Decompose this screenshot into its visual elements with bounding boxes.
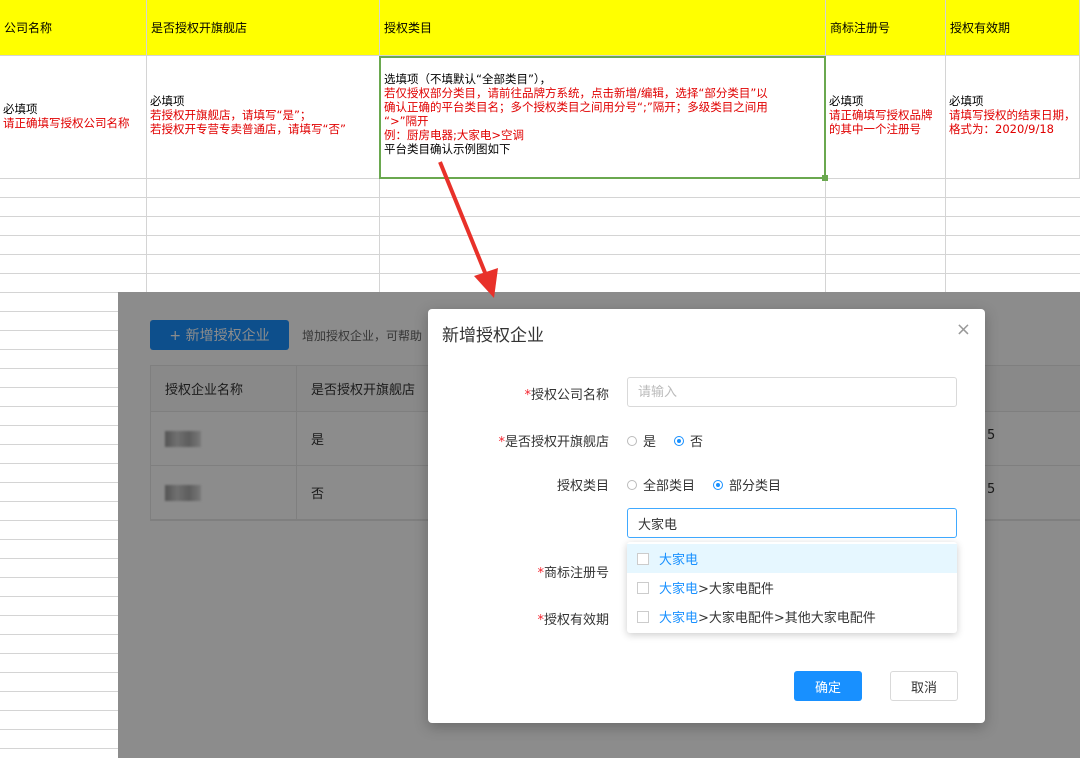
dropdown-option[interactable]: 大家电 >大家电配件>其他大家电配件 bbox=[627, 602, 957, 631]
category-radio-group: 全部类目 部分类目 bbox=[627, 475, 799, 494]
radio-selected-icon bbox=[674, 435, 685, 446]
company-name-input[interactable] bbox=[627, 377, 957, 407]
checkbox-icon bbox=[637, 610, 649, 623]
add-company-modal: 新增授权企业 × *授权公司名称 *是否授权开旗舰店 是 否 授权类目 全部类目… bbox=[428, 309, 985, 723]
flagship-radio-group: 是 否 bbox=[627, 431, 721, 450]
dropdown-option[interactable]: 大家电 >大家电配件 bbox=[627, 573, 957, 602]
checkbox-icon bbox=[637, 552, 649, 565]
flagship-no-radio[interactable]: 否 bbox=[674, 431, 703, 450]
checkbox-icon bbox=[637, 581, 649, 594]
category-part-radio[interactable]: 部分类目 bbox=[713, 475, 781, 494]
validity-label: *授权有效期 bbox=[537, 613, 609, 628]
dropdown-option[interactable]: 大家电 bbox=[627, 544, 957, 573]
flagship-yes-radio[interactable]: 是 bbox=[627, 431, 656, 450]
category-search-input[interactable] bbox=[627, 508, 957, 538]
flagship-label: *是否授权开旗舰店 bbox=[498, 435, 609, 450]
close-icon[interactable]: × bbox=[956, 319, 971, 340]
category-dropdown: 大家电 大家电 >大家电配件 大家电 >大家电配件>其他大家电配件 bbox=[627, 542, 957, 633]
confirm-button[interactable]: 确定 bbox=[794, 671, 862, 701]
modal-title: 新增授权企业 bbox=[442, 326, 544, 346]
radio-icon bbox=[627, 479, 637, 490]
cancel-button[interactable]: 取消 bbox=[890, 671, 958, 701]
radio-icon bbox=[627, 435, 637, 446]
company-label: *授权公司名称 bbox=[524, 388, 609, 403]
category-label: 授权类目 bbox=[556, 479, 609, 494]
trademark-label: *商标注册号 bbox=[537, 566, 609, 581]
category-all-radio[interactable]: 全部类目 bbox=[627, 475, 695, 494]
radio-selected-icon bbox=[713, 479, 724, 490]
